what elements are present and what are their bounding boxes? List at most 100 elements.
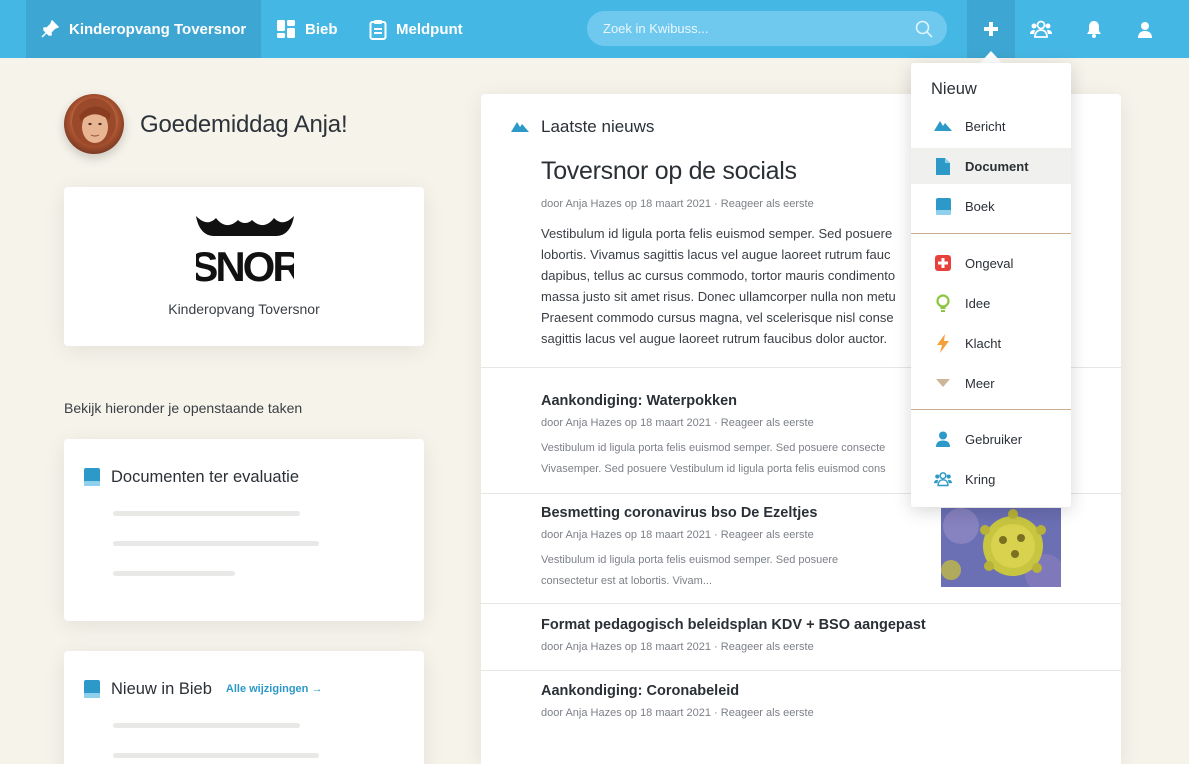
news-item-meta: door Anja Hazes op 18 maart 2021 · Reage… xyxy=(541,707,814,719)
pin-icon xyxy=(41,20,59,38)
news-item-meta: door Anja Hazes op 18 maart 2021 · Reage… xyxy=(541,641,814,653)
dropdown-item-label: Bericht xyxy=(965,118,1006,134)
lightning-icon xyxy=(937,333,949,353)
organization-card[interactable]: SNOR Kinderopvang Toversnor xyxy=(64,187,424,346)
excerpt-line: Vivasemper. Sed posuere Vestibulum id li… xyxy=(541,463,886,475)
organization-name: Kinderopvang Toversnor xyxy=(168,301,320,317)
lightbulb-icon xyxy=(936,293,950,312)
nav-item-meldpunt[interactable]: Meldpunt xyxy=(369,0,463,58)
megaphone-icon xyxy=(511,122,529,132)
featured-news-body: Vestibulum id ligula porta felis euismod… xyxy=(541,223,921,349)
dropdown-item-label: Ongeval xyxy=(965,255,1014,271)
book-icon xyxy=(84,680,100,698)
logo-text: SNOR xyxy=(196,243,294,284)
dropdown-item-ongeval[interactable]: Ongeval xyxy=(911,245,1071,281)
excerpt-line: Vestibulum id ligula porta felis euismod… xyxy=(541,442,886,454)
dropdown-item-label: Document xyxy=(965,158,1029,174)
body-line: sagittis lacus vel augue laoreet rutrum … xyxy=(541,331,888,346)
featured-news-meta: door Anja Hazes op 18 maart 2021 · Reage… xyxy=(541,198,814,210)
bell-icon xyxy=(1087,21,1101,38)
news-item-title[interactable]: Aankondiging: Coronabeleid xyxy=(541,683,739,699)
grid-icon xyxy=(277,20,295,38)
dropdown-item-document[interactable]: Document xyxy=(911,148,1071,184)
book-icon xyxy=(935,197,951,215)
dropdown-caret xyxy=(980,51,1002,63)
body-line: Vestibulum id ligula porta felis euismod… xyxy=(541,226,893,241)
new-item-button[interactable] xyxy=(967,0,1015,58)
news-item-title[interactable]: Aankondiging: Waterpokken xyxy=(541,393,737,409)
news-item-meta: door Anja Hazes op 18 maart 2021 · Reage… xyxy=(541,417,814,429)
new-item-dropdown: Nieuw Bericht Document Boek Ongeval Idee… xyxy=(911,63,1071,507)
dropdown-item-bericht[interactable]: Bericht xyxy=(911,108,1071,144)
task-card-documents[interactable]: Documenten ter evaluatie xyxy=(64,439,424,621)
placeholder-line xyxy=(113,571,235,576)
dropdown-item-idee[interactable]: Idee xyxy=(911,285,1071,321)
greeting-heading: Goedemiddag Anja! xyxy=(140,111,348,138)
clipboard-icon xyxy=(369,19,387,40)
organization-logo: SNOR xyxy=(196,216,294,284)
groups-button[interactable] xyxy=(1017,0,1065,58)
dropdown-title: Nieuw xyxy=(931,80,977,98)
avatar-portrait xyxy=(72,98,116,146)
placeholder-line xyxy=(113,511,300,516)
dropdown-item-gebruiker[interactable]: Gebruiker xyxy=(911,421,1071,457)
search-bar[interactable] xyxy=(587,11,947,46)
nav-item-label: Meldpunt xyxy=(396,20,463,38)
body-line: Praesent commodo cursus magna, vel scele… xyxy=(541,310,894,325)
divider xyxy=(481,603,1121,604)
dropdown-item-kring[interactable]: Kring xyxy=(911,461,1071,497)
excerpt-line: consectetur est at lobortis. Vivam... xyxy=(541,575,712,587)
task-card-bieb[interactable]: Nieuw in Bieb Alle wijzigingen → xyxy=(64,651,424,764)
task-card-title: Nieuw in Bieb xyxy=(111,679,212,698)
dropdown-item-meer[interactable]: Meer xyxy=(911,365,1071,401)
nav-item-bieb[interactable]: Bieb xyxy=(276,0,338,58)
all-changes-link[interactable]: Alle wijzigingen → xyxy=(226,683,323,695)
dropdown-item-klacht[interactable]: Klacht xyxy=(911,325,1071,361)
group-icon xyxy=(1030,20,1052,38)
user-icon xyxy=(936,431,950,447)
megaphone-icon xyxy=(934,121,952,131)
triangle-down-icon xyxy=(936,379,950,387)
dropdown-item-label: Gebruiker xyxy=(965,431,1023,447)
dropdown-item-label: Idee xyxy=(965,295,991,311)
nav-home-button[interactable]: Kinderopvang Toversnor xyxy=(26,0,261,58)
placeholder-line xyxy=(113,723,300,728)
body-line: dapibus, tellus ac cursus commodo, torto… xyxy=(541,268,896,283)
news-item-excerpt: Vestibulum id ligula porta felis euismod… xyxy=(541,550,911,592)
excerpt-line: Vestibulum id ligula porta felis euismod… xyxy=(541,554,839,566)
nav-home-label: Kinderopvang Toversnor xyxy=(69,20,247,38)
task-card-title: Documenten ter evaluatie xyxy=(111,467,300,486)
profile-button[interactable] xyxy=(1121,0,1169,58)
user-icon xyxy=(1138,21,1152,38)
body-line: massa justo sit amet risus. Donec ullamc… xyxy=(541,289,896,304)
nav-item-label: Bieb xyxy=(305,20,338,38)
news-item-title[interactable]: Besmetting coronavirus bso De Ezeltjes xyxy=(541,505,817,521)
dropdown-separator xyxy=(911,409,1071,410)
first-aid-icon xyxy=(935,255,951,271)
placeholder-line xyxy=(113,541,319,546)
divider xyxy=(481,670,1121,671)
featured-news-title[interactable]: Toversnor op de socials xyxy=(541,157,797,186)
book-icon xyxy=(84,468,100,486)
search-icon[interactable] xyxy=(915,20,933,38)
dropdown-item-label: Boek xyxy=(965,198,995,214)
news-item-excerpt: Vestibulum id ligula porta felis euismod… xyxy=(541,438,911,480)
virus-image xyxy=(941,508,1061,587)
news-item-title[interactable]: Format pedagogisch beleidsplan KDV + BSO… xyxy=(541,617,926,633)
group-icon xyxy=(934,472,952,487)
dropdown-separator xyxy=(911,233,1071,234)
search-input[interactable] xyxy=(603,21,915,36)
news-item-meta: door Anja Hazes op 18 maart 2021 · Reage… xyxy=(541,529,814,541)
news-item-thumbnail[interactable] xyxy=(941,508,1061,587)
dropdown-item-label: Meer xyxy=(965,375,995,391)
dropdown-item-label: Kring xyxy=(965,471,996,487)
dropdown-item-label: Klacht xyxy=(965,335,1002,351)
dropdown-item-boek[interactable]: Boek xyxy=(911,188,1071,224)
placeholder-line xyxy=(113,753,319,758)
notifications-button[interactable] xyxy=(1070,0,1118,58)
body-line: lobortis. Vivamus sagittis lacus vel aug… xyxy=(541,247,891,262)
avatar[interactable] xyxy=(64,94,124,154)
news-heading: Laatste nieuws xyxy=(541,117,655,136)
top-navigation-bar: Kinderopvang Toversnor Bieb Meldpunt xyxy=(0,0,1189,58)
tasks-intro-text: Bekijk hieronder je openstaande taken xyxy=(64,400,303,416)
